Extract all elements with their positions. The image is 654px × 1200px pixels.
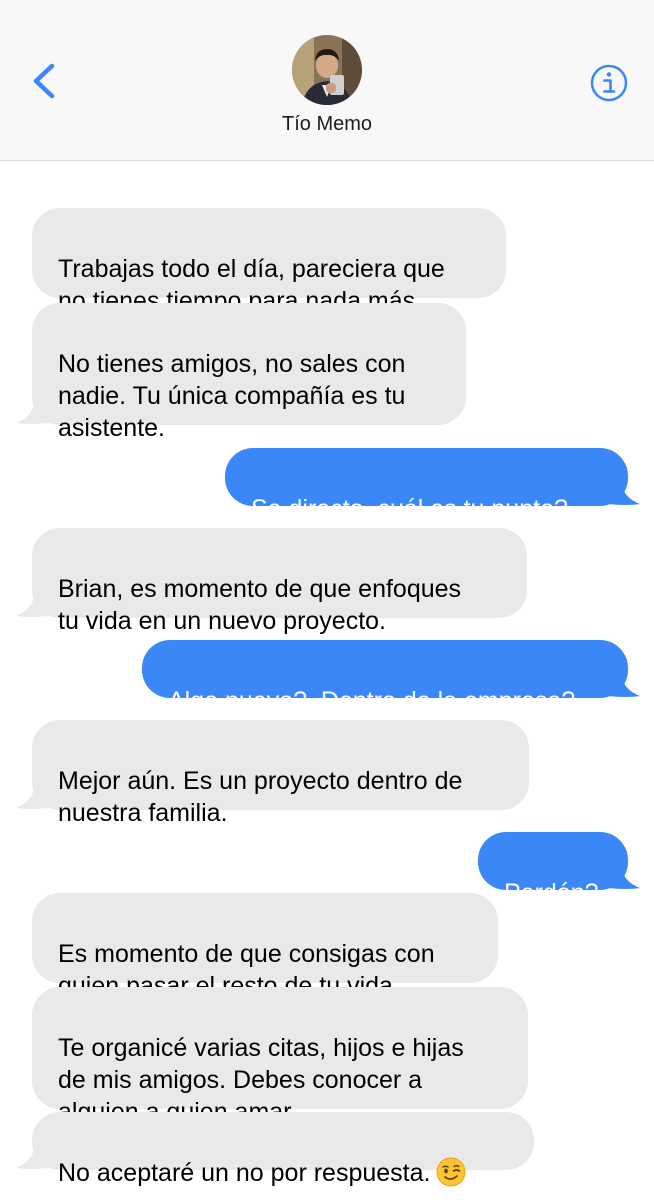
received-bubble-tail — [16, 596, 48, 617]
sent-bubble-tail — [608, 484, 640, 505]
message-text: Se directo, cuál es tu punto? — [251, 495, 568, 523]
received-message[interactable]: Te organicé varias citas, hijos e hijas … — [32, 987, 528, 1126]
received-message[interactable]: Mejor aún. Es un proyecto dentro de nues… — [32, 720, 529, 827]
message-text: Brian, es momento de que enfoques tu vid… — [58, 575, 462, 635]
sent-message[interactable]: Perdón? — [478, 832, 628, 907]
received-message[interactable]: No tienes amigos, no sales con nadie. Tu… — [32, 303, 466, 442]
avatar-photo — [292, 35, 362, 105]
contact-avatar[interactable] — [292, 35, 362, 105]
received-message[interactable]: No aceptaré un no por respuesta. — [32, 1112, 534, 1187]
received-message[interactable]: Brian, es momento de que enfoques tu vid… — [32, 528, 527, 635]
received-bubble-tail — [16, 788, 48, 809]
message-text: No tienes amigos, no sales con nadie. Tu… — [58, 350, 406, 442]
received-bubble-tail — [16, 1148, 48, 1169]
sent-message[interactable]: Se directo, cuál es tu punto? — [225, 448, 628, 523]
info-button[interactable] — [588, 62, 630, 104]
message-text: Algo nuevo?, Dentro de la empresa? — [168, 687, 576, 715]
sent-message[interactable]: Algo nuevo?, Dentro de la empresa? — [142, 640, 628, 715]
message-text: Mejor aún. Es un proyecto dentro de nues… — [58, 767, 463, 827]
received-message[interactable]: Es momento de que consigas con quien pas… — [32, 893, 498, 1000]
conversation-header: Tío Memo — [0, 0, 654, 161]
chevron-left-icon — [33, 63, 55, 99]
back-button[interactable] — [24, 58, 64, 104]
received-bubble-tail — [16, 403, 48, 424]
received-message[interactable]: Trabajas todo el día, pareciera que no t… — [32, 208, 506, 315]
sent-bubble-tail — [608, 676, 640, 697]
sent-bubble-tail — [608, 868, 640, 889]
message-text: No aceptaré un no por respuesta. — [58, 1159, 431, 1187]
message-text: Perdón? — [504, 879, 599, 907]
contact-name[interactable]: Tío Memo — [0, 113, 654, 136]
winking-face-emoji-icon — [436, 1157, 466, 1187]
message-thread[interactable]: Trabajas todo el día, pareciera que no t… — [0, 160, 654, 1200]
info-circle-icon — [590, 64, 628, 102]
